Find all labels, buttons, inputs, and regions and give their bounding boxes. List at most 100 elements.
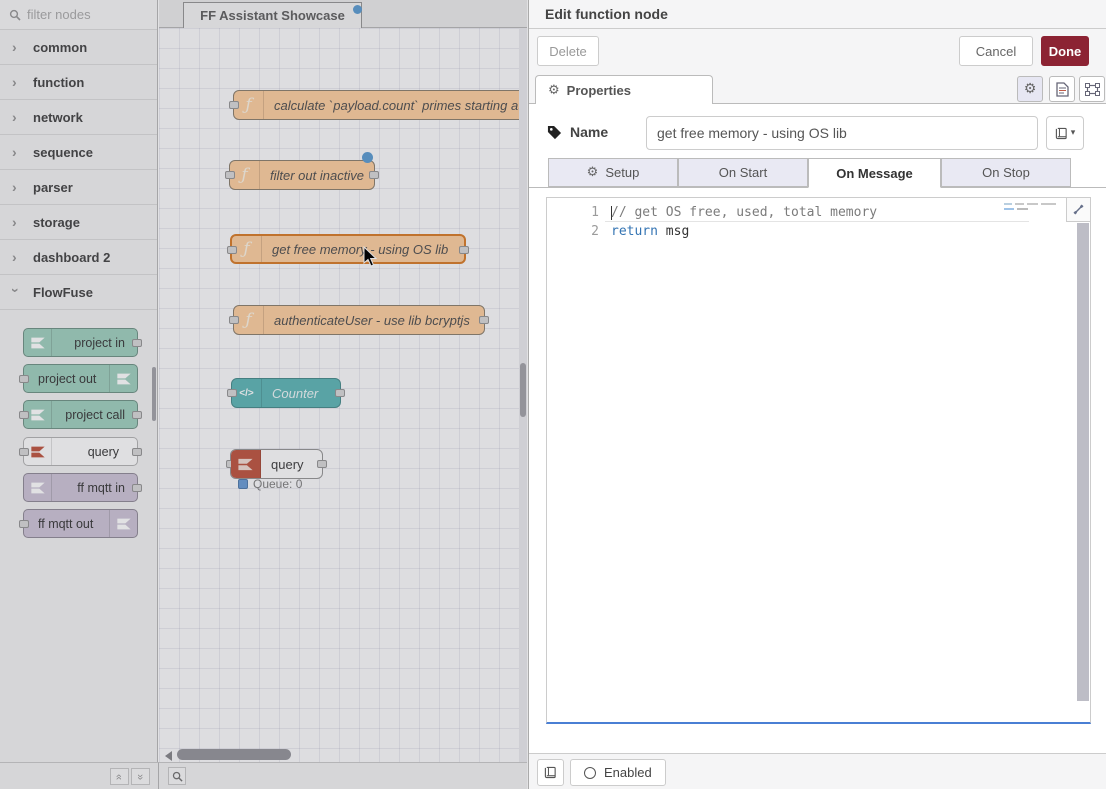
- description-view-button[interactable]: [1049, 76, 1075, 102]
- tag-icon: [547, 125, 562, 140]
- line-numbers: 1 2: [547, 203, 599, 241]
- workspace-footer: [159, 762, 527, 789]
- output-port[interactable]: [459, 246, 469, 254]
- function-icon: ƒ: [232, 236, 262, 262]
- node-query[interactable]: query: [230, 449, 323, 479]
- canvas-vertical-scrollbar[interactable]: [519, 28, 527, 762]
- canvas-horizontal-scrollbar[interactable]: [161, 749, 517, 762]
- expand-all-button[interactable]: »: [131, 768, 150, 785]
- gear-icon: ⚙: [548, 83, 560, 98]
- palette-footer: » »: [0, 762, 159, 789]
- flowfuse-icon: [30, 481, 46, 495]
- node-status: Queue: 0: [238, 477, 302, 491]
- double-chevron-up-icon: »: [114, 773, 126, 779]
- node-counter[interactable]: </> Counter: [231, 378, 341, 408]
- node-authenticate-user[interactable]: ƒ authenticateUser - use lib bcryptjs: [233, 305, 485, 335]
- function-tabs: ⚙ Setup On Start On Message On Stop: [529, 158, 1106, 188]
- name-input[interactable]: [646, 116, 1038, 150]
- tray-tab-bar: ⚙ Properties ⚙: [529, 72, 1106, 104]
- chevron-right-icon: ›: [12, 110, 20, 124]
- node-red-app: filter nodes › common › function › netwo…: [0, 0, 1106, 789]
- chevron-down-icon: ›: [9, 288, 23, 296]
- output-port: [132, 411, 142, 419]
- palette-node-project-out[interactable]: project out: [23, 364, 138, 393]
- workspace-tab-label: FF Assistant Showcase: [200, 8, 345, 23]
- flowfuse-icon: [30, 336, 46, 350]
- palette-category-network[interactable]: › network: [0, 100, 157, 135]
- cancel-button[interactable]: Cancel: [959, 36, 1033, 66]
- palette-category-function[interactable]: › function: [0, 65, 157, 100]
- palette-category-storage[interactable]: › storage: [0, 205, 157, 240]
- editor-expand-button[interactable]: [1066, 198, 1090, 222]
- scrollbar-thumb[interactable]: [520, 363, 526, 417]
- node-changed-dot: [362, 152, 373, 163]
- workspace-tab[interactable]: FF Assistant Showcase: [183, 2, 362, 28]
- node-calculate-primes[interactable]: ƒ calculate `payload.count` primes start…: [233, 90, 527, 120]
- search-icon: [9, 9, 21, 21]
- footer-library-button[interactable]: [537, 759, 564, 786]
- output-port[interactable]: [317, 460, 327, 468]
- function-icon: ƒ: [234, 306, 264, 334]
- expand-diagonal-icon: [1073, 204, 1084, 215]
- book-icon: [1055, 127, 1068, 140]
- tab-on-start[interactable]: On Start: [678, 158, 808, 187]
- collapse-all-button[interactable]: »: [110, 768, 129, 785]
- object-group-icon: [1085, 83, 1100, 96]
- caret-down-icon: ▾: [1071, 128, 1076, 138]
- palette-category-sequence[interactable]: › sequence: [0, 135, 157, 170]
- node-get-free-memory[interactable]: ƒ get free memory - using OS lib: [230, 234, 466, 264]
- zoom-search-button[interactable]: [168, 767, 186, 785]
- function-icon: ƒ: [234, 91, 264, 119]
- tab-on-message[interactable]: On Message: [808, 158, 941, 188]
- palette-node-project-call[interactable]: project call: [23, 400, 138, 429]
- tab-properties[interactable]: ⚙ Properties: [535, 75, 713, 105]
- editor-minimap: [1004, 202, 1060, 214]
- palette-node-ff-mqtt-out[interactable]: ff mqtt out: [23, 509, 138, 538]
- edit-tray: Edit function node Delete Cancel Done ⚙ …: [528, 0, 1106, 789]
- chevron-right-icon: ›: [12, 145, 20, 159]
- delete-button[interactable]: Delete: [537, 36, 599, 66]
- done-button[interactable]: Done: [1041, 36, 1089, 66]
- editor-scrollbar[interactable]: [1077, 223, 1089, 701]
- chevron-right-icon: ›: [12, 250, 20, 264]
- scroll-left-arrow-icon[interactable]: [165, 751, 172, 761]
- tab-on-stop[interactable]: On Stop: [941, 158, 1071, 187]
- palette-category-dashboard2[interactable]: › dashboard 2: [0, 240, 157, 275]
- output-port: [132, 484, 142, 492]
- palette-node-project-in[interactable]: project in: [23, 328, 138, 357]
- chevron-right-icon: ›: [12, 40, 20, 54]
- name-row: Name ▾: [529, 104, 1106, 158]
- code-line-1: // get OS free, used, total memory: [611, 203, 877, 222]
- node-filter-out-inactive[interactable]: ƒ filter out inactive: [229, 160, 375, 190]
- input-port: [19, 520, 29, 528]
- palette-category-common[interactable]: › common: [0, 30, 157, 65]
- code-editor[interactable]: 1 2 // get OS free, used, total memory r…: [546, 197, 1091, 724]
- palette-scrollbar[interactable]: [152, 367, 156, 421]
- library-button[interactable]: ▾: [1046, 116, 1084, 150]
- palette-category-parser[interactable]: › parser: [0, 170, 157, 205]
- output-port[interactable]: [369, 171, 379, 179]
- input-port: [19, 411, 29, 419]
- palette-search-box[interactable]: filter nodes: [0, 0, 157, 30]
- enabled-toggle-button[interactable]: Enabled: [570, 759, 666, 786]
- output-port[interactable]: [479, 316, 489, 324]
- tab-setup[interactable]: ⚙ Setup: [548, 158, 678, 187]
- palette-category-flowfuse[interactable]: › FlowFuse: [0, 275, 157, 310]
- flowfuse-icon: [116, 517, 132, 531]
- flow-canvas[interactable]: FF Assistant Showcase ƒ calculate `paylo…: [159, 0, 527, 762]
- mouse-cursor: [363, 246, 380, 268]
- scrollbar-thumb[interactable]: [177, 749, 291, 760]
- search-icon: [172, 771, 183, 782]
- flowfuse-icon: [30, 445, 46, 459]
- palette-node-query[interactable]: query: [23, 437, 138, 466]
- palette-search-placeholder: filter nodes: [27, 7, 91, 22]
- name-label: Name: [547, 124, 608, 140]
- appearance-view-button[interactable]: [1079, 76, 1105, 102]
- output-port: [132, 448, 142, 456]
- document-icon: [1056, 82, 1069, 97]
- properties-view-button[interactable]: ⚙: [1017, 76, 1043, 102]
- function-icon: ƒ: [230, 161, 260, 189]
- palette-node-ff-mqtt-in[interactable]: ff mqtt in: [23, 473, 138, 502]
- tray-toolbar: Delete Cancel Done: [529, 29, 1106, 72]
- output-port[interactable]: [335, 389, 345, 397]
